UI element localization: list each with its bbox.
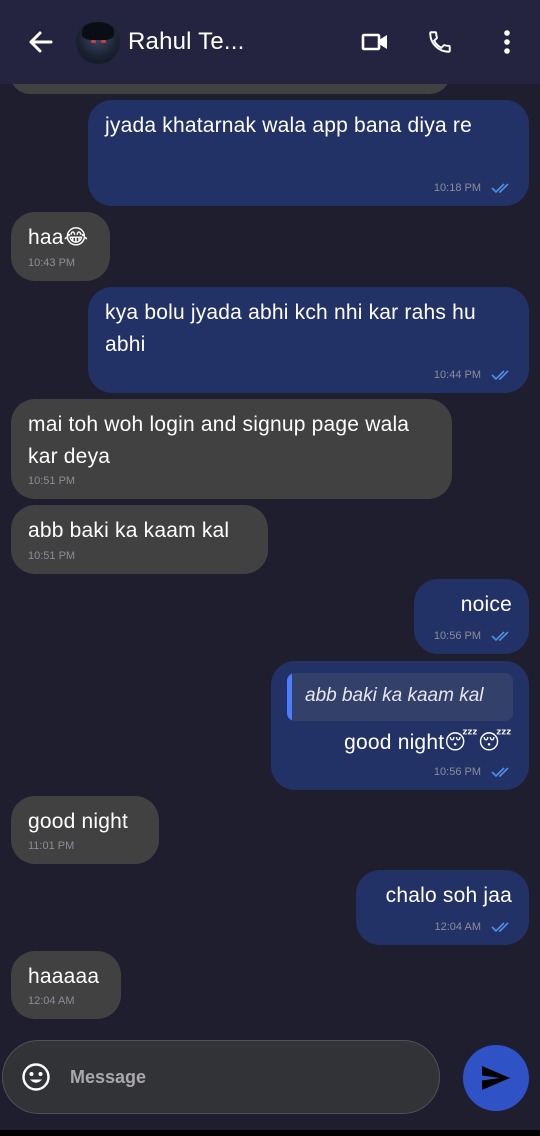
contact-name[interactable]: Rahul Te... <box>128 28 245 56</box>
video-camera-icon <box>361 33 387 51</box>
message-meta: 12:04 AM <box>28 995 74 1007</box>
message-meta: 10:43 PM <box>28 257 75 269</box>
send-icon <box>482 1066 510 1090</box>
message-text: chalo soh jaa <box>385 884 512 907</box>
message-bubble-outgoing[interactable]: jyada khatarnak wala app bana diya re 10… <box>88 100 529 206</box>
message-meta: 10:56 PM <box>434 630 513 642</box>
message-meta: 10:44 PM <box>434 369 513 381</box>
message-text: kya bolu jyada abhi kch nhi kar rahs hu … <box>105 301 476 356</box>
more-options-button[interactable] <box>487 22 527 62</box>
message-time: 12:04 AM <box>28 995 75 1007</box>
message-bubble-incoming[interactable]: abb baki ka kaam kal 10:51 PM <box>11 505 268 574</box>
message-bubble-incoming[interactable]: haaaaa 12:04 AM <box>11 951 121 1019</box>
message-bubble-outgoing[interactable]: kya bolu jyada abhi kch nhi kar rahs hu … <box>88 287 529 393</box>
message-time: 10:43 PM <box>28 257 76 269</box>
read-ticks-icon <box>491 631 509 642</box>
avatar[interactable] <box>76 20 120 64</box>
message-meta: 10:56 PM <box>434 766 513 778</box>
message-list[interactable]: jyada khatarnak wala app bana diya re 10… <box>0 84 540 1034</box>
read-ticks-icon <box>491 767 509 778</box>
navigation-bar <box>0 1130 540 1136</box>
message-meta: 11:01 PM <box>28 840 74 852</box>
message-text: abb baki ka kaam kal <box>28 519 230 542</box>
message-text: good night😴😴 <box>344 731 512 754</box>
message-bubble-outgoing[interactable]: noice 10:56 PM <box>414 579 529 654</box>
message-bubble-outgoing[interactable]: chalo soh jaa 12:04 AM <box>356 870 529 945</box>
more-vertical-icon <box>504 30 510 54</box>
message-time: 10:56 PM <box>433 766 481 778</box>
read-ticks-icon <box>491 370 509 381</box>
message-meta: 10:18 PM <box>434 182 513 194</box>
message-bubble-incoming[interactable]: mai toh woh login and signup page wala k… <box>11 399 452 499</box>
message-bubble-incoming[interactable]: haa😂 10:43 PM <box>11 212 110 281</box>
message-bubble-incoming[interactable]: good night 11:01 PM <box>11 796 159 864</box>
message-text: noice <box>460 593 512 616</box>
message-text: good night <box>28 810 129 833</box>
send-button[interactable] <box>463 1045 529 1111</box>
message-meta: 12:04 AM <box>435 921 513 933</box>
message-meta: 10:51 PM <box>28 550 75 562</box>
video-call-button[interactable] <box>355 22 395 62</box>
read-ticks-icon <box>491 183 509 194</box>
message-text: haa😂 <box>28 226 89 249</box>
read-ticks-icon <box>491 922 509 933</box>
emoji-button[interactable] <box>18 1059 54 1095</box>
message-time: 12:04 AM <box>434 921 481 933</box>
reply-quote-text: abb baki ka kaam kal <box>305 685 484 706</box>
message-meta: 10:51 PM <box>28 475 75 487</box>
message-time: 10:44 PM <box>433 369 481 381</box>
message-bubble-outgoing-reply[interactable]: abb baki ka kaam kal good night😴😴 10:56 … <box>271 661 529 790</box>
message-text: jyada khatarnak wala app bana diya re <box>105 114 472 137</box>
message-composer <box>2 1040 440 1114</box>
message-time: 10:51 PM <box>28 475 76 487</box>
reply-quote[interactable]: abb baki ka kaam kal <box>287 673 513 721</box>
message-input[interactable] <box>70 1057 410 1097</box>
message-time: 11:01 PM <box>28 840 75 852</box>
message-text: mai toh woh login and signup page wala k… <box>28 413 410 468</box>
back-button[interactable] <box>20 22 60 62</box>
voice-call-button[interactable] <box>420 22 460 62</box>
message-time: 10:56 PM <box>433 630 481 642</box>
phone-icon <box>429 31 451 53</box>
message-time: 10:51 PM <box>28 550 76 562</box>
emoji-smiley-icon <box>22 1063 50 1091</box>
message-text: haaaaa <box>28 965 100 988</box>
message-bubble-partial <box>10 84 450 94</box>
back-arrow-icon <box>29 31 53 53</box>
message-time: 10:18 PM <box>433 182 481 194</box>
